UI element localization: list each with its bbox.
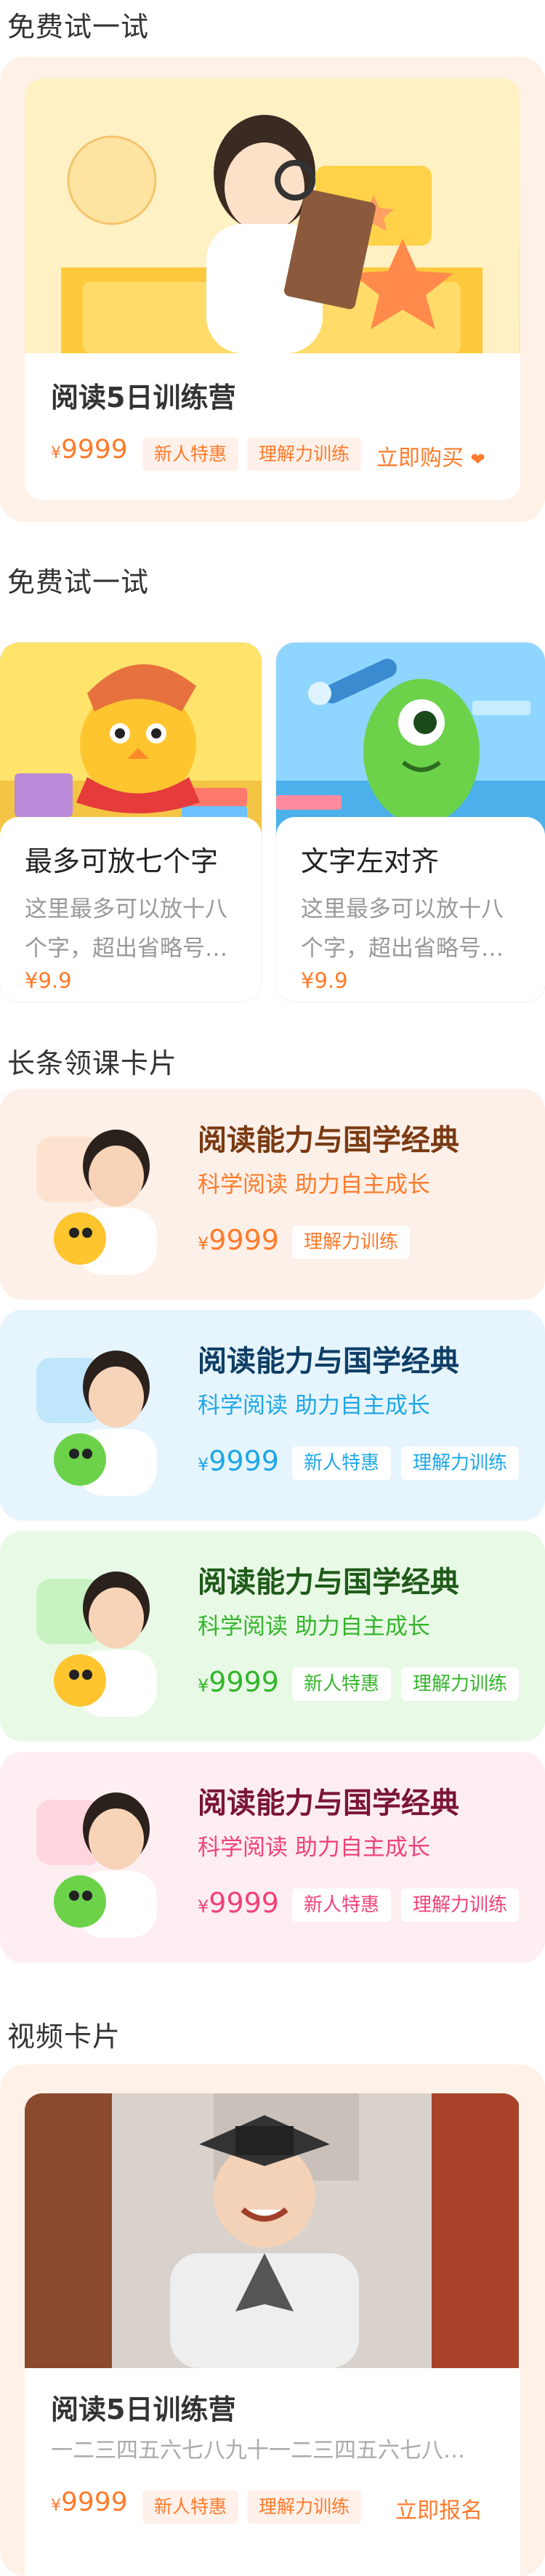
tag-comprehension: 理解力训练 (247, 2490, 362, 2524)
long-card-price: ¥9999 (198, 1887, 279, 1919)
long-card-title: 阅读能力与国学经典 (198, 1566, 459, 1599)
video-cover-image (25, 2093, 520, 2368)
price-value: 9999 (209, 1445, 279, 1477)
section-title-free-trial-2: 免费试一试 (7, 566, 150, 598)
long-card-title: 阅读能力与国学经典 (198, 1124, 459, 1157)
long-course-card[interactable]: 阅读能力与国学经典科学阅读 助力自主成长 ¥9999 新人特惠 理解力训练 (0, 1531, 545, 1742)
course-card-small-2[interactable]: 文字左对齐 这里最多可以放十八个字，超出省略号… ¥9.9 (276, 643, 545, 1002)
card-price: ¥9.9 (301, 968, 348, 993)
enroll-now-button[interactable]: 立即报名 (395, 2492, 483, 2524)
price-value: 9999 (209, 1224, 279, 1256)
long-card-subtitle: 科学阅读 助力自主成长 (198, 1614, 430, 1640)
long-card-price: ¥9999 (198, 1224, 279, 1256)
price-value: 9999 (61, 435, 128, 464)
currency-symbol: ¥ (198, 1233, 209, 1254)
long-course-card[interactable]: 阅读能力与国学经典科学阅读 助力自主成长 ¥9999 新人特惠 理解力训练 (0, 1752, 545, 1963)
section-title-video-cards: 视频卡片 (7, 2021, 121, 2053)
heart-icon: ❤ (470, 449, 485, 470)
long-card-tag: 新人特惠 (292, 1888, 392, 1922)
card-body: 文字左对齐 这里最多可以放十八个字，超出省略号… ¥9.9 (276, 817, 545, 1002)
card-price: ¥9.9 (25, 968, 72, 993)
price-value: 9999 (209, 1666, 279, 1698)
card-title: 文字左对齐 (301, 845, 440, 877)
section-title-free-trial: 免费试一试 (7, 11, 150, 43)
long-card-subtitle: 科学阅读 助力自主成长 (198, 1172, 430, 1198)
course-cover-image (25, 79, 520, 353)
course-title: 阅读5日训练营 (51, 382, 236, 414)
student-portrait-image (29, 1778, 174, 1938)
card-description: 这里最多可以放十八个字，超出省略号… (25, 896, 227, 962)
buy-now-label: 立即购买 (376, 446, 464, 471)
video-course-card[interactable]: 阅读5日训练营 一二三四五六七八九十一二三四五六七八… ¥9999 新人特惠 理… (0, 2064, 545, 2576)
course-card-small-1[interactable]: 最多可放七个字 这里最多可以放十八个字，超出省略号… ¥9.9 (0, 643, 262, 1002)
currency-symbol: ¥ (51, 444, 61, 462)
price-value: 9999 (61, 2487, 128, 2517)
long-card-tag: 理解力训练 (401, 1667, 520, 1701)
tag-comprehension: 理解力训练 (247, 438, 362, 471)
course-title: 阅读5日训练营 (51, 2394, 236, 2426)
long-card-tag: 新人特惠 (292, 1446, 392, 1480)
buy-now-button[interactable]: 立即购买 ❤ (376, 440, 485, 472)
price-value: 9999 (209, 1887, 279, 1919)
course-description: 一二三四五六七八九十一二三四五六七八… (51, 2438, 465, 2463)
currency-symbol: ¥ (198, 1896, 209, 1917)
student-portrait-image (29, 1557, 174, 1717)
currency-symbol: ¥ (198, 1454, 209, 1475)
long-card-title: 阅读能力与国学经典 (198, 1345, 459, 1378)
long-course-card[interactable]: 阅读能力与国学经典科学阅读 助力自主成长 ¥9999 理解力训练 (0, 1089, 545, 1300)
currency-symbol: ¥ (198, 1675, 209, 1696)
long-card-price: ¥9999 (198, 1666, 279, 1698)
course-price: ¥9999 (51, 435, 128, 464)
long-card-price: ¥9999 (198, 1445, 279, 1477)
card-description: 这里最多可以放十八个字，超出省略号… (301, 896, 504, 962)
tag-new-user: 新人特惠 (142, 438, 239, 471)
course-card-reading-camp[interactable]: 阅读5日训练营 ¥9999 新人特惠 理解力训练 立即购买 ❤ (0, 57, 545, 522)
long-card-subtitle: 科学阅读 助力自主成长 (198, 1835, 430, 1861)
long-card-tag: 新人特惠 (292, 1667, 392, 1701)
long-course-card[interactable]: 阅读能力与国学经典科学阅读 助力自主成长 ¥9999 新人特惠 理解力训练 (0, 1310, 545, 1521)
currency-symbol: ¥ (51, 2497, 61, 2515)
long-card-subtitle: 科学阅读 助力自主成长 (198, 1393, 430, 1419)
tag-new-user: 新人特惠 (142, 2490, 239, 2524)
long-card-tag: 理解力训练 (401, 1446, 520, 1480)
student-portrait-image (29, 1336, 174, 1496)
section-title-long-cards: 长条领课卡片 (7, 1047, 178, 1079)
long-card-tag: 理解力训练 (401, 1888, 520, 1922)
course-price: ¥9999 (51, 2487, 128, 2517)
long-card-title: 阅读能力与国学经典 (198, 1787, 459, 1820)
student-portrait-image (29, 1115, 174, 1275)
card-body: 最多可放七个字 这里最多可以放十八个字，超出省略号… ¥9.9 (0, 817, 262, 1002)
long-card-tag: 理解力训练 (292, 1225, 411, 1259)
card-title: 最多可放七个字 (25, 845, 219, 877)
